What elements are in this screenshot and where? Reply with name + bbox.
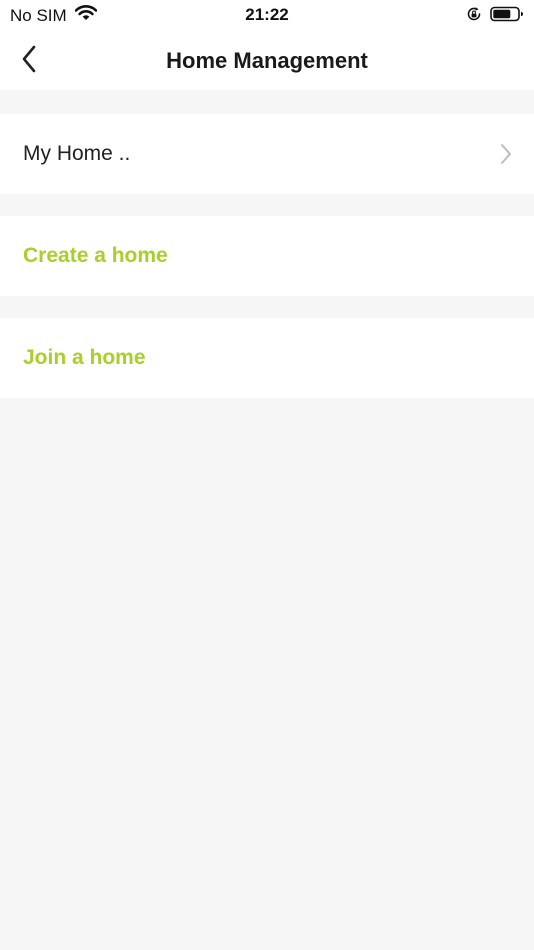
status-right — [466, 6, 524, 27]
nav-bar: Home Management — [0, 32, 534, 90]
home-list-item[interactable]: My Home .. — [0, 114, 534, 194]
create-home-button[interactable]: Create a home — [0, 216, 534, 296]
rotation-lock-icon — [466, 6, 482, 27]
home-name: My Home .. — [23, 142, 131, 165]
status-bar: No SIM 21:22 — [0, 0, 534, 32]
create-home-label: Create a home — [23, 244, 168, 267]
page-title: Home Management — [166, 48, 368, 73]
status-time: 21:22 — [245, 5, 289, 24]
join-home-button[interactable]: Join a home — [0, 318, 534, 398]
battery-icon — [490, 6, 524, 27]
chevron-right-icon — [500, 143, 512, 170]
join-home-label: Join a home — [23, 346, 146, 369]
